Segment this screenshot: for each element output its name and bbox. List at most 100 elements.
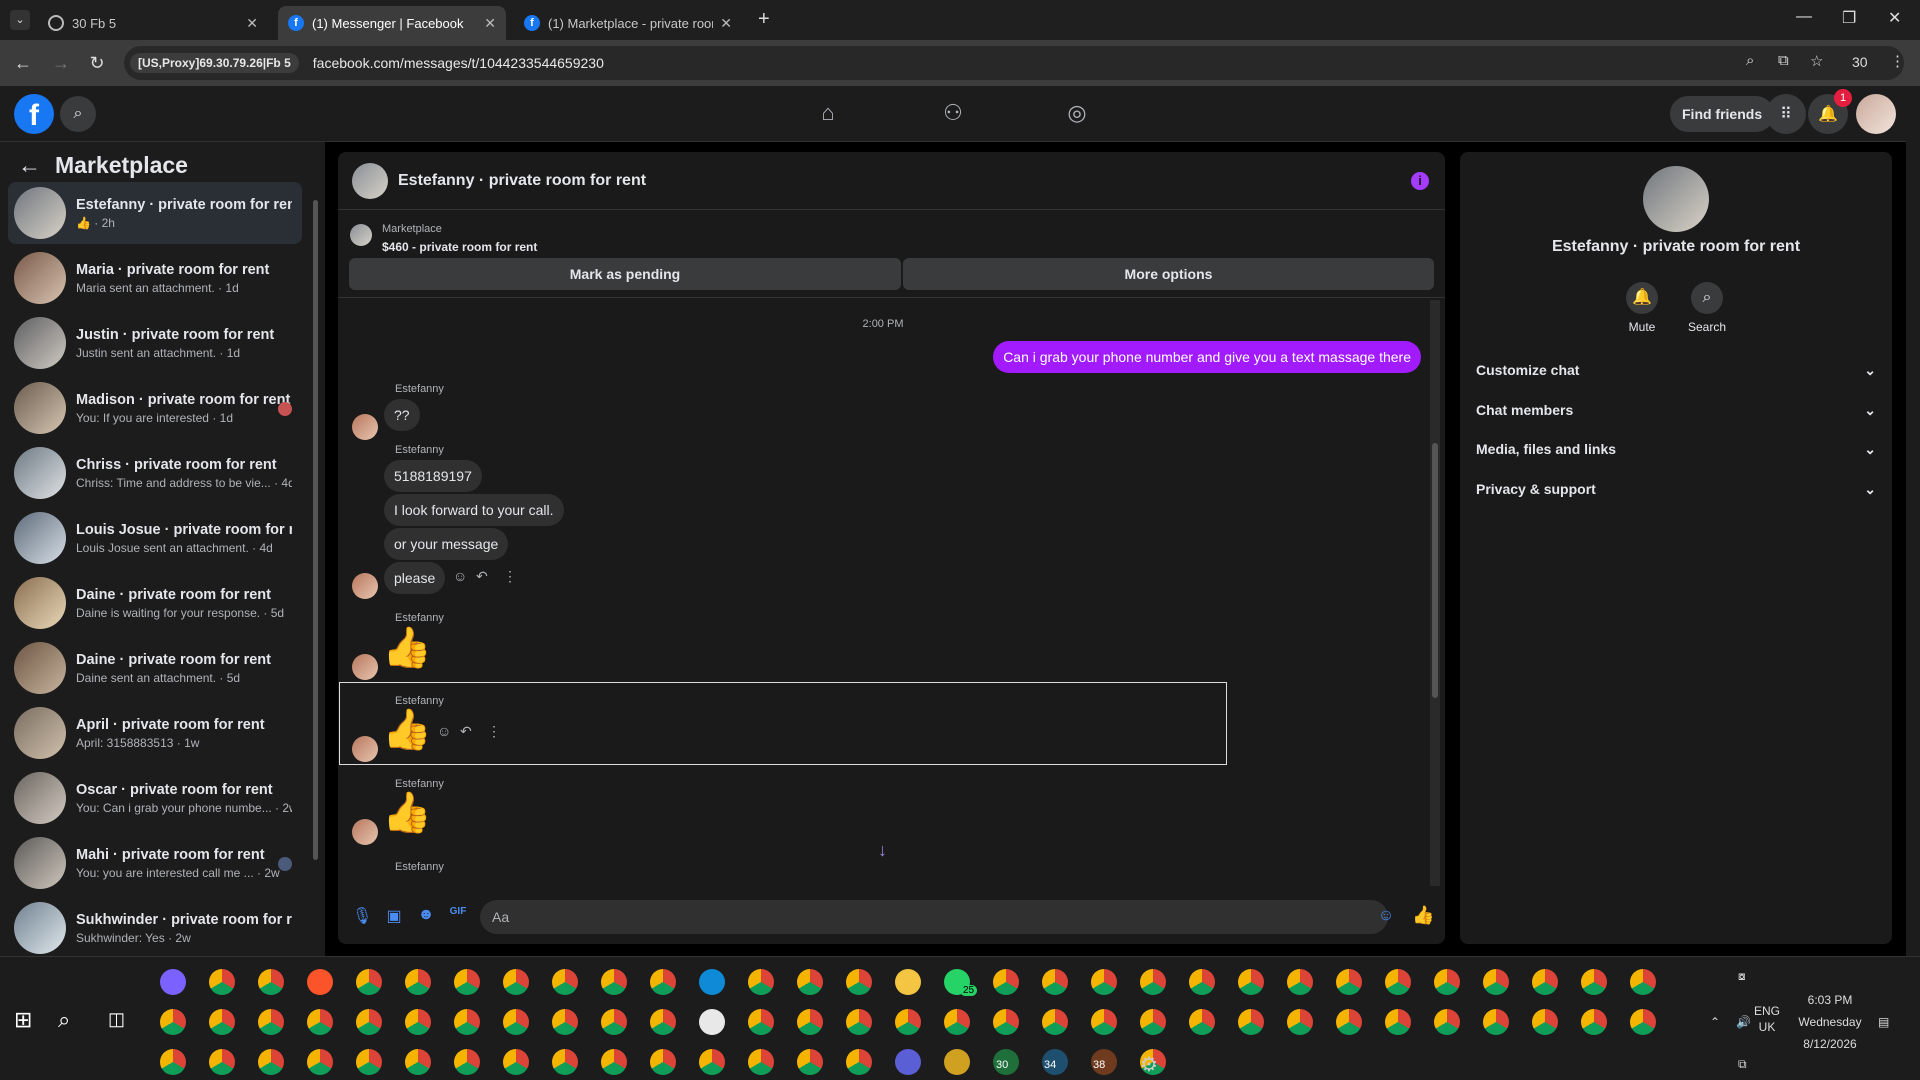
conversation-item[interactable]: April · private room for rent April: 3158… bbox=[8, 702, 302, 764]
copilot-icon[interactable] bbox=[160, 969, 186, 995]
chrome-profile-icon[interactable] bbox=[1532, 969, 1558, 995]
chrome-profile-icon[interactable] bbox=[797, 1049, 823, 1075]
react-emoji-icon[interactable]: ☺ bbox=[437, 723, 451, 739]
chrome-profile-icon[interactable] bbox=[356, 1049, 382, 1075]
chrome-profile-icon[interactable] bbox=[405, 1009, 431, 1035]
chat-avatar[interactable] bbox=[352, 162, 388, 199]
sticker-icon[interactable]: ☻ bbox=[416, 906, 436, 926]
search-conversation-button[interactable]: ⌕ Search bbox=[1675, 282, 1739, 334]
chrome-profile-icon[interactable] bbox=[1336, 969, 1362, 995]
chrome-profile-icon[interactable] bbox=[1238, 969, 1264, 995]
chrome-profile-icon[interactable] bbox=[503, 969, 529, 995]
chrome-profile-icon[interactable] bbox=[1630, 1009, 1656, 1035]
home-icon[interactable]: ⌂ bbox=[813, 100, 843, 130]
profile-avatar[interactable] bbox=[1856, 94, 1896, 134]
incoming-message[interactable]: I look forward to your call. bbox=[384, 494, 564, 526]
chrome-profile-icon[interactable] bbox=[552, 1049, 578, 1075]
tray-network-icon[interactable]: ⧉ bbox=[1738, 1057, 1747, 1072]
bookmark-star-icon[interactable]: ☆ bbox=[1810, 52, 1823, 70]
notification-center-icon[interactable]: ▤ bbox=[1878, 1015, 1889, 1029]
incoming-message[interactable]: 5188189197 bbox=[384, 460, 482, 492]
chrome-profile-icon[interactable] bbox=[1140, 969, 1166, 995]
reload-icon[interactable]: ↻ bbox=[86, 52, 108, 74]
more-actions-icon[interactable]: ⋮ bbox=[503, 568, 517, 585]
tab-fb5[interactable]: 30 Fb 5 ✕ bbox=[38, 6, 268, 40]
back-arrow-icon[interactable]: ← bbox=[18, 152, 41, 179]
edge-icon[interactable] bbox=[699, 969, 725, 995]
search-icon[interactable]: ⌕ bbox=[58, 1007, 70, 1033]
close-icon[interactable]: ✕ bbox=[720, 15, 732, 32]
info-icon[interactable]: i bbox=[1411, 172, 1429, 190]
chrome-profile-icon[interactable] bbox=[601, 1009, 627, 1035]
chrome-profile-icon[interactable] bbox=[1238, 1009, 1264, 1035]
chrome-profile-icon[interactable] bbox=[1091, 969, 1117, 995]
chrome-profile-icon[interactable] bbox=[846, 1049, 872, 1075]
chrome-profile-icon[interactable] bbox=[601, 969, 627, 995]
friends-icon[interactable]: ⚇ bbox=[938, 100, 968, 130]
forward-arrow-icon[interactable]: → bbox=[50, 52, 72, 74]
chrome-profile-icon[interactable] bbox=[1287, 1009, 1313, 1035]
sender-avatar[interactable] bbox=[352, 736, 378, 762]
proxy-chip[interactable]: [US,Proxy]69.30.79.26|Fb 5 bbox=[130, 53, 299, 73]
chrome-profile-icon[interactable] bbox=[797, 1009, 823, 1035]
section-privacy-support[interactable]: Privacy & support ⌄ bbox=[1472, 470, 1880, 508]
chrome-profile-icon[interactable] bbox=[454, 1049, 480, 1075]
chrome-profile-icon[interactable] bbox=[1042, 969, 1068, 995]
chrome-profile-icon[interactable] bbox=[209, 969, 235, 995]
settings-gear-icon[interactable]: ⚙ bbox=[1140, 1052, 1158, 1077]
chrome-profile-icon[interactable] bbox=[1385, 1009, 1411, 1035]
chrome-profile-icon[interactable] bbox=[258, 969, 284, 995]
address-bar[interactable]: [US,Proxy]69.30.79.26|Fb 5 facebook.com/… bbox=[124, 46, 1904, 80]
chat-title[interactable]: Estefanny · private room for rent bbox=[398, 172, 646, 190]
file-explorer-icon[interactable] bbox=[895, 969, 921, 995]
incoming-message[interactable]: or your message bbox=[384, 528, 509, 560]
xtreme-icon[interactable] bbox=[944, 1049, 970, 1075]
sidebar-scroll-thumb[interactable] bbox=[313, 200, 318, 860]
outgoing-message[interactable]: Can i grab your phone number and give yo… bbox=[993, 341, 1421, 373]
windows-start-icon[interactable]: ⊞ bbox=[14, 1007, 32, 1033]
chrome-profile-icon[interactable] bbox=[1287, 969, 1313, 995]
incoming-message[interactable]: ?? bbox=[384, 399, 420, 431]
zoom-icon[interactable]: ⌕ bbox=[1746, 52, 1754, 69]
conversation-item[interactable]: Louis Josue · private room for re... Loui… bbox=[8, 507, 302, 569]
chrome-profile-icon[interactable] bbox=[356, 969, 382, 995]
sender-avatar[interactable] bbox=[352, 573, 378, 599]
chrome-profile-icon[interactable] bbox=[748, 1049, 774, 1075]
chrome-profile-icon[interactable] bbox=[748, 969, 774, 995]
menu-grid-icon[interactable]: ⠿ bbox=[1766, 94, 1806, 134]
chrome-profile-icon[interactable] bbox=[699, 1049, 725, 1075]
chrome-profile-icon[interactable] bbox=[944, 1009, 970, 1035]
conversation-item[interactable]: Daine · private room for rent Daine is wa… bbox=[8, 572, 302, 634]
conversation-item[interactable]: Daine · private room for rent Daine sent … bbox=[8, 637, 302, 699]
chrome-profile-icon[interactable] bbox=[1581, 1009, 1607, 1035]
page-scrollbar[interactable] bbox=[1906, 86, 1920, 956]
chrome-profile-icon[interactable] bbox=[1042, 1009, 1068, 1035]
scroll-to-bottom-arrow-icon[interactable]: ↓ bbox=[878, 840, 887, 861]
more-options-button[interactable]: More options bbox=[903, 258, 1434, 290]
reply-icon[interactable]: ↶ bbox=[476, 568, 488, 585]
gif-icon[interactable]: GIF bbox=[448, 906, 468, 926]
send-like-icon[interactable]: 👍 bbox=[1412, 905, 1434, 925]
thumbs-up-icon[interactable]: 👍 bbox=[382, 793, 432, 833]
chrome-profile-icon[interactable] bbox=[356, 1009, 382, 1035]
details-avatar[interactable] bbox=[1643, 166, 1709, 232]
more-actions-icon[interactable]: ⋮ bbox=[487, 723, 501, 740]
facebook-logo-icon[interactable]: f bbox=[14, 94, 54, 134]
window-close-icon[interactable]: ✕ bbox=[1888, 8, 1901, 28]
chrome-profile-icon[interactable] bbox=[846, 969, 872, 995]
chrome-profile-icon[interactable] bbox=[650, 1009, 676, 1035]
chrome-profile-icon[interactable] bbox=[1434, 969, 1460, 995]
tab-marketplace[interactable]: f (1) Marketplace - private room ✕ bbox=[514, 6, 742, 40]
search-icon[interactable]: ⌕ bbox=[60, 96, 96, 132]
chrome-profile-icon[interactable] bbox=[797, 969, 823, 995]
conversation-item[interactable]: Sukhwinder · private room for r... Sukhwi… bbox=[8, 897, 302, 959]
chrome-profile-icon[interactable] bbox=[993, 1009, 1019, 1035]
chrome-profile-icon[interactable] bbox=[552, 969, 578, 995]
minimize-icon[interactable]: — bbox=[1796, 8, 1812, 26]
chrome-profile-icon[interactable] bbox=[454, 969, 480, 995]
conversation-item[interactable]: Mahi · private room for rent You: you are… bbox=[8, 832, 302, 894]
chrome-profile-icon[interactable] bbox=[454, 1009, 480, 1035]
listing-title[interactable]: $460 - private room for rent bbox=[382, 240, 537, 254]
chrome-profile-icon[interactable] bbox=[1532, 1009, 1558, 1035]
chrome-profile-icon[interactable] bbox=[1581, 969, 1607, 995]
